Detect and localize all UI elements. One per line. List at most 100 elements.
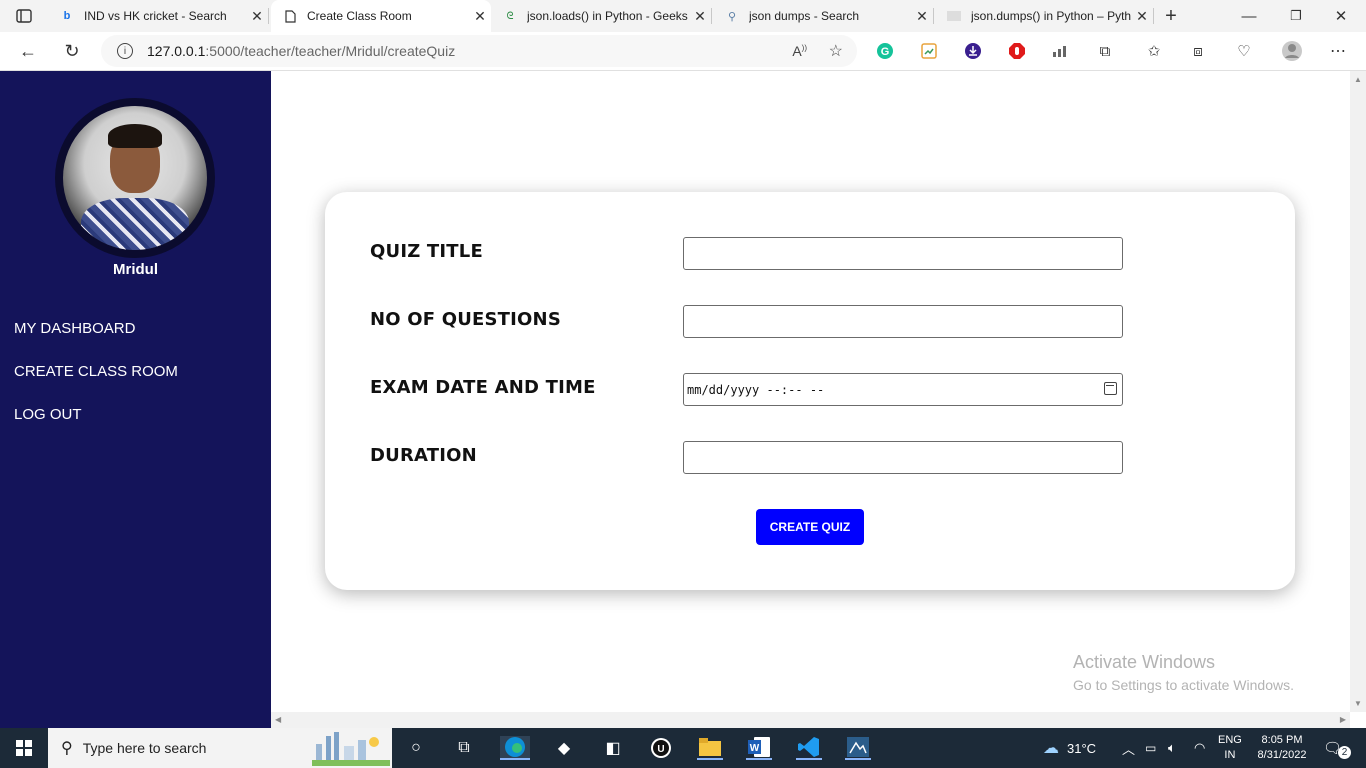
page-icon (283, 9, 297, 23)
create-quiz-button[interactable]: CREATE QUIZ (756, 509, 864, 545)
sidebar-item-create-class-room[interactable]: CREATE CLASS ROOM (14, 363, 178, 380)
refresh-icon[interactable]: ↻ (61, 40, 83, 62)
clock-date: 8/31/2022 (1257, 749, 1307, 761)
windows-start-icon[interactable] (11, 736, 37, 760)
edge-icon[interactable] (500, 736, 530, 760)
close-icon[interactable]: ✕ (1131, 8, 1153, 25)
close-icon[interactable]: ✕ (246, 8, 268, 25)
horizontal-scrollbar[interactable]: ◀ ▶ (271, 712, 1350, 728)
url-path: :5000/teacher/teacher/Mridul/createQuiz (205, 43, 456, 59)
sidebar-item-log-out[interactable]: LOG OUT (14, 406, 82, 423)
sidebar: Mridul MY DASHBOARD CREATE CLASS ROOM LO… (0, 71, 271, 728)
calendar-icon[interactable] (1104, 382, 1117, 395)
taskbar-search-placeholder: Type here to search (82, 740, 207, 756)
close-icon[interactable]: ✕ (689, 8, 711, 25)
file-explorer-icon[interactable] (697, 736, 723, 760)
tab-json-dumps-python[interactable]: json.dumps() in Python – Pyth ✕ (935, 0, 1153, 32)
tab-json-loads[interactable]: ᘓ json.loads() in Python - Geeks ✕ (491, 0, 711, 32)
duration-label: DURATION (370, 445, 477, 466)
tab-divider (268, 8, 269, 24)
collections-icon[interactable]: ⧈ (1187, 40, 1209, 62)
exam-date-time-label: EXAM DATE AND TIME (370, 377, 596, 398)
weather-widget[interactable]: ☁ 31°C (1043, 728, 1096, 768)
quiz-title-input[interactable] (683, 237, 1123, 270)
bing-icon: b (63, 10, 71, 22)
vertical-scrollbar[interactable]: ▲ ▼ (1350, 71, 1366, 712)
show-hidden-icons-icon[interactable]: ︿ (1122, 728, 1135, 768)
extensions-puzzle-icon[interactable]: ⧉ (1094, 40, 1116, 62)
browser-tab-strip: b IND vs HK cricket - Search ✕ Create Cl… (0, 0, 1366, 32)
minimize-icon[interactable]: — (1238, 5, 1260, 27)
clock[interactable]: 8:05 PM 8/31/2022 (1253, 728, 1311, 768)
favorites-icon[interactable]: ✩ (1143, 40, 1165, 62)
create-quiz-form: QUIZ TITLE NO OF QUESTIONS EXAM DATE AND… (325, 192, 1295, 590)
tab-title: IND vs HK cricket - Search (84, 9, 227, 23)
weather-cloud-icon: ☁ (1043, 740, 1059, 757)
browser-toolbar: ← ↻ i 127.0.0.1:5000/teacher/teacher/Mri… (0, 32, 1366, 71)
address-bar[interactable]: i 127.0.0.1:5000/teacher/teacher/Mridul/… (101, 35, 857, 67)
vs-code-icon[interactable] (796, 736, 822, 760)
close-icon[interactable]: ✕ (911, 8, 933, 25)
scroll-left-icon[interactable]: ◀ (275, 715, 281, 724)
tab-json-dumps-search[interactable]: ⚲ json dumps - Search ✕ (713, 0, 933, 32)
exam-date-time-input[interactable]: mm/dd/yyyy --:-- -- (683, 373, 1123, 406)
tab-divider (711, 8, 712, 24)
profile-avatar-icon[interactable] (1281, 40, 1303, 62)
search-icon: ⚲ (727, 10, 737, 23)
close-window-icon[interactable]: ✕ (1330, 5, 1352, 27)
city-skyline-icon (312, 732, 390, 766)
stats-extension-icon[interactable] (1050, 40, 1072, 62)
grammarly-icon[interactable]: G (874, 40, 896, 62)
word-icon[interactable]: W (746, 736, 772, 760)
battery-icon[interactable]: ▭ (1145, 728, 1156, 768)
taskbar-search-box[interactable]: ⚲ Type here to search (48, 728, 392, 768)
scroll-down-icon[interactable]: ▼ (1354, 699, 1362, 708)
sidebar-item-my-dashboard[interactable]: MY DASHBOARD (14, 320, 135, 337)
svg-text:G: G (881, 46, 890, 58)
cortana-icon[interactable]: ○ (403, 736, 429, 760)
scroll-up-icon[interactable]: ▲ (1354, 75, 1362, 84)
tab-create-class-room[interactable]: Create Class Room ✕ (271, 0, 491, 32)
notification-center-icon[interactable]: 🗨︎ 2 (1323, 728, 1352, 768)
language-indicator[interactable]: ENG IN (1218, 728, 1242, 768)
duration-input[interactable] (683, 441, 1123, 474)
user-name: Mridul (113, 261, 158, 278)
activate-windows-title: Activate Windows (1073, 652, 1216, 672)
url-host: 127.0.0.1 (147, 43, 206, 59)
close-icon[interactable]: ✕ (469, 8, 491, 25)
avatar (55, 98, 215, 258)
exam-date-time-value: mm/dd/yyyy --:-- -- (687, 382, 825, 397)
scroll-right-icon[interactable]: ▶ (1340, 715, 1346, 724)
no-of-questions-input[interactable] (683, 305, 1123, 338)
temperature: 31°C (1067, 740, 1097, 756)
inkscape-icon[interactable]: ◆ (551, 736, 577, 760)
tab-title: json dumps - Search (749, 9, 860, 23)
adblock-icon[interactable] (1006, 40, 1028, 62)
notification-count: 2 (1338, 745, 1352, 759)
geeks-icon: ᘓ (506, 10, 514, 22)
main-content: QUIZ TITLE NO OF QUESTIONS EXAM DATE AND… (271, 71, 1350, 712)
task-view-icon[interactable]: ⧉ (451, 736, 477, 760)
info-icon[interactable]: i (117, 43, 133, 59)
read-aloud-icon[interactable]: A)) (792, 43, 807, 59)
browser-essentials-icon[interactable]: ♡ (1233, 40, 1255, 62)
restore-icon[interactable]: ❐ (1285, 5, 1307, 27)
new-tab-icon[interactable]: + (1160, 5, 1182, 27)
tab-divider (933, 8, 934, 24)
clock-time: 8:05 PM (1261, 734, 1303, 746)
unreal-engine-icon[interactable]: U (648, 736, 674, 760)
wifi-icon[interactable]: ◠ (1194, 728, 1205, 768)
back-icon[interactable]: ← (17, 40, 39, 62)
tab-ind-vs-hk[interactable]: b IND vs HK cricket - Search ✕ (48, 0, 268, 32)
download-extension-icon[interactable] (962, 40, 984, 62)
tab-actions-icon[interactable] (13, 5, 35, 27)
more-menu-icon[interactable]: ⋯ (1327, 40, 1349, 62)
visual-studio-icon[interactable]: ◧ (600, 736, 626, 760)
favorite-star-icon[interactable]: ☆ (829, 41, 843, 61)
profile-photo (63, 106, 207, 250)
inkscape-draw-icon[interactable] (845, 736, 871, 760)
region-code: IN (1224, 749, 1236, 761)
chart-extension-icon[interactable] (918, 40, 940, 62)
svg-text:U: U (657, 744, 664, 755)
volume-icon[interactable]: 🔈︎ (1168, 728, 1176, 768)
